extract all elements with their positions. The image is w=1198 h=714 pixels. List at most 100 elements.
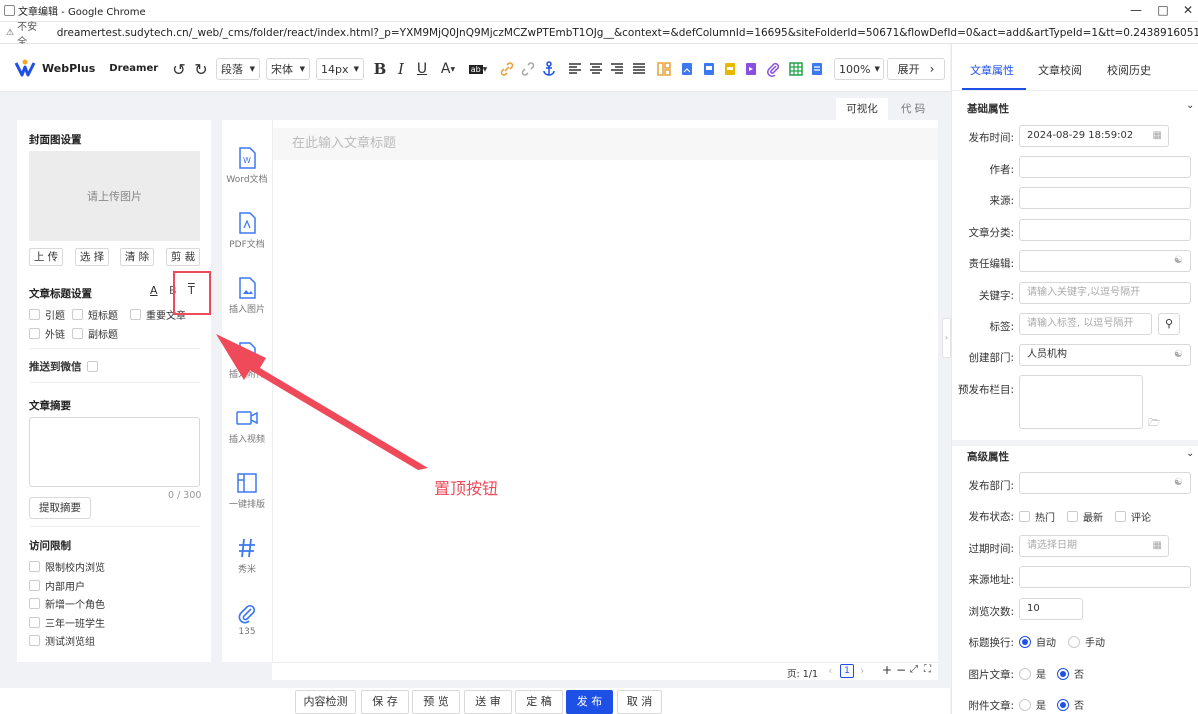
finalize-button[interactable]: 定 稿	[515, 690, 563, 714]
crop-button[interactable]: 剪 裁	[166, 248, 200, 266]
checkbox[interactable]	[72, 328, 83, 339]
insert-image-icon[interactable]	[678, 60, 696, 78]
checkbox[interactable]	[29, 617, 40, 628]
att-article-yes[interactable]: 是	[1019, 697, 1046, 712]
highlight-button[interactable]: ab ▼	[466, 58, 490, 80]
chevron-down-icon[interactable]: ⌄	[1186, 448, 1194, 459]
paragraph-select[interactable]: 段落 ▼	[216, 58, 260, 80]
wechat-checkbox[interactable]	[86, 361, 98, 372]
media-icon[interactable]	[742, 60, 760, 78]
dept-input[interactable]: 人员机构 ☯	[1019, 344, 1191, 366]
font-color-button[interactable]: A ▼	[437, 58, 459, 80]
upload-button[interactable]: 上 传	[29, 248, 63, 266]
maximize-button[interactable]: □	[1155, 3, 1171, 17]
document-icon[interactable]	[808, 60, 826, 78]
italic-button[interactable]: I	[393, 58, 409, 80]
checkbox[interactable]	[29, 309, 40, 320]
chevron-down-icon[interactable]: ⌄	[1186, 100, 1194, 111]
page-number[interactable]: 1	[840, 664, 854, 678]
content-check-button[interactable]: 内容检测	[295, 690, 356, 714]
fit-width-icon[interactable]: ⤢	[910, 664, 918, 675]
category-input[interactable]	[1019, 219, 1191, 241]
minimize-button[interactable]: —	[1128, 3, 1144, 17]
radio[interactable]	[1019, 667, 1031, 680]
prev-page-button[interactable]: ‹	[828, 664, 832, 677]
summary-textarea[interactable]	[29, 417, 200, 487]
font-size-select[interactable]: 14px ▼	[316, 58, 364, 80]
bold-button[interactable]: B	[372, 58, 388, 80]
align-left-icon[interactable]	[566, 60, 584, 78]
access-item[interactable]: 新增一个角色	[29, 596, 105, 611]
insert-word[interactable]: W Word文档	[222, 146, 272, 185]
checkbox[interactable]	[1019, 511, 1030, 522]
tab-review-history[interactable]: 校阅历史	[1107, 62, 1151, 78]
zoom-out-icon[interactable]: −	[896, 663, 906, 677]
search-icon-button[interactable]: ⚲	[1158, 313, 1180, 335]
wrap-manual[interactable]: 手动	[1068, 634, 1105, 649]
access-item[interactable]: 测试浏览组	[29, 633, 95, 648]
insert-file-icon[interactable]	[700, 60, 718, 78]
undo-button[interactable]: ↺	[170, 58, 188, 80]
status-hot[interactable]: 热门	[1019, 509, 1055, 524]
address-bar[interactable]: ⚠ 不安全 dreamertest.sudytech.cn/_web/_cms/…	[0, 22, 1198, 48]
extract-summary-button[interactable]: 提取摘要	[29, 497, 91, 519]
align-right-icon[interactable]	[608, 60, 626, 78]
radio[interactable]	[1057, 698, 1069, 711]
expand-button[interactable]: 展开 ›	[887, 58, 945, 80]
pre-column-textarea[interactable]	[1019, 375, 1143, 429]
one-click-layout[interactable]: 一键排版	[222, 471, 272, 510]
att-article-no[interactable]: 否	[1057, 697, 1084, 712]
checkbox[interactable]	[29, 328, 40, 339]
checkbox[interactable]	[29, 580, 40, 591]
checkbox[interactable]	[72, 309, 83, 320]
zoom-in-icon[interactable]: +	[882, 663, 892, 677]
zoom-select[interactable]: 100% ▼	[834, 58, 884, 80]
next-page-button[interactable]: ›	[860, 664, 864, 677]
save-button[interactable]: 保 存	[361, 690, 409, 714]
close-window-button[interactable]: ✕	[1180, 3, 1196, 17]
expire-input[interactable]: 请选择日期 ▦	[1019, 535, 1169, 557]
access-item[interactable]: 限制校内浏览	[29, 559, 105, 574]
publish-button[interactable]: 发 布	[566, 690, 613, 714]
cover-upload-area[interactable]: 请上传图片	[29, 151, 200, 241]
author-input[interactable]	[1019, 156, 1191, 178]
checkbox[interactable]	[1115, 511, 1126, 522]
title-color-button[interactable]: A	[150, 284, 158, 297]
link-icon[interactable]	[498, 60, 516, 78]
select-button[interactable]: 选 择	[75, 248, 109, 266]
underline-button[interactable]: U	[414, 58, 430, 80]
access-item[interactable]: 内部用户	[29, 578, 85, 593]
views-input[interactable]: 10	[1019, 598, 1083, 620]
checkbox[interactable]	[130, 309, 141, 320]
align-center-icon[interactable]	[587, 60, 605, 78]
article-title-input[interactable]: 在此输入文章标题	[273, 128, 938, 160]
insert-pdf[interactable]: PDF文档	[222, 211, 272, 250]
check-short-title[interactable]: 短标题	[72, 307, 118, 322]
unlink-icon[interactable]	[519, 60, 537, 78]
source-url-input[interactable]	[1019, 566, 1191, 588]
editor-input[interactable]: ☯	[1019, 250, 1191, 272]
check-lead-title[interactable]: 引题	[29, 307, 65, 322]
keywords-input[interactable]: 请输入关键字,以逗号隔开	[1019, 282, 1191, 304]
radio[interactable]	[1068, 635, 1080, 648]
font-select[interactable]: 宋体 ▼	[266, 58, 310, 80]
columns-icon[interactable]	[655, 60, 673, 78]
wechat-push[interactable]: 推送到微信	[29, 359, 98, 374]
radio[interactable]	[1019, 635, 1031, 648]
publish-time-input[interactable]: 2024-08-29 18:59:02 ▦	[1019, 125, 1169, 147]
checkbox[interactable]	[29, 561, 40, 572]
checkbox[interactable]	[29, 635, 40, 646]
redo-button[interactable]: ↻	[192, 58, 210, 80]
check-subtitle[interactable]: 副标题	[72, 326, 118, 341]
wrap-auto[interactable]: 自动	[1019, 634, 1056, 649]
check-external-link[interactable]: 外链	[29, 326, 65, 341]
access-item[interactable]: 三年一班学生	[29, 615, 105, 630]
align-justify-icon[interactable]	[630, 60, 648, 78]
folder-select-icon[interactable]: 🗁	[1148, 416, 1160, 433]
tags-input[interactable]: 请输入标签, 以逗号隔开	[1019, 313, 1152, 335]
submit-review-button[interactable]: 送 审	[464, 690, 512, 714]
img-article-yes[interactable]: 是	[1019, 666, 1046, 681]
pub-dept-input[interactable]: ☯	[1019, 472, 1191, 494]
table-icon[interactable]	[787, 60, 805, 78]
attachment-clip-icon[interactable]	[764, 60, 782, 78]
